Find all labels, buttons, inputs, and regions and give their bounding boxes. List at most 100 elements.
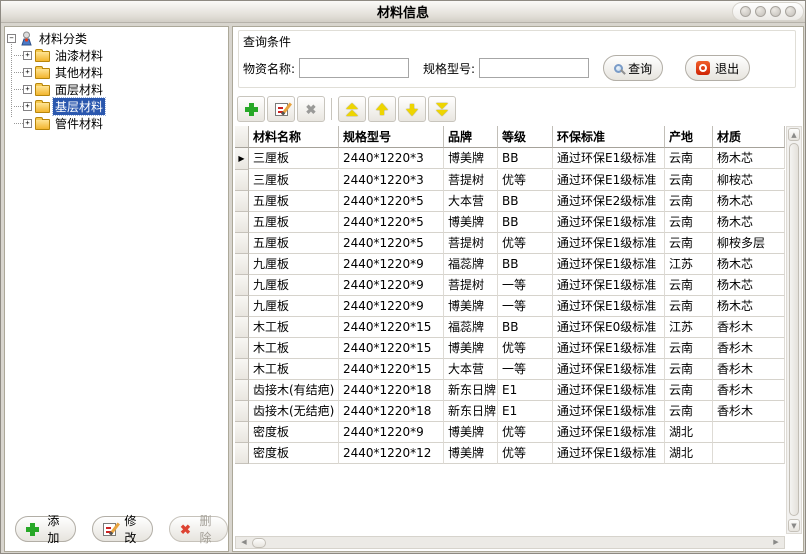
exit-button[interactable]: 退出	[685, 55, 750, 81]
column-header-3[interactable]: 品牌	[444, 126, 498, 148]
cell[interactable]: 2440*1220*18	[339, 380, 444, 401]
cell[interactable]: 通过环保E1级标准	[553, 254, 665, 275]
cell[interactable]: 2440*1220*9	[339, 296, 444, 317]
row-selector[interactable]	[235, 443, 249, 464]
cell[interactable]: 杨木芯	[713, 296, 785, 317]
cell[interactable]: 九厘板	[249, 296, 339, 317]
cell[interactable]: BB	[498, 212, 553, 233]
window-control-button[interactable]	[785, 6, 796, 17]
cell[interactable]: 菩提树	[444, 233, 498, 254]
scroll-right-arrow-icon[interactable]: ▶	[769, 537, 783, 548]
column-header-1[interactable]: 材料名称	[249, 126, 339, 148]
scroll-up-arrow-icon[interactable]: ▲	[788, 128, 800, 141]
move-up-button[interactable]	[368, 96, 396, 122]
expand-icon[interactable]: +	[23, 119, 32, 128]
search-button[interactable]: 查询	[603, 55, 663, 81]
table-row[interactable]: 五厘板2440*1220*5博美牌BB通过环保E1级标准云南杨木芯	[235, 212, 785, 233]
row-selector[interactable]	[235, 359, 249, 380]
cell[interactable]: 通过环保E1级标准	[553, 359, 665, 380]
window-control-button[interactable]	[770, 6, 781, 17]
column-header-7[interactable]: 材质	[713, 126, 785, 148]
cell[interactable]: 云南	[665, 296, 713, 317]
cell[interactable]: BB	[498, 317, 553, 338]
cell[interactable]: 通过环保E1级标准	[553, 275, 665, 296]
cell[interactable]: 通过环保E1级标准	[553, 233, 665, 254]
cell[interactable]: 齿接木(无结疤)	[249, 401, 339, 422]
cell[interactable]: 通过环保E1级标准	[553, 422, 665, 443]
cell[interactable]: 五厘板	[249, 212, 339, 233]
cell[interactable]: 福蕊牌	[444, 254, 498, 275]
cell[interactable]: 柳桉芯	[713, 170, 785, 191]
cell[interactable]: 2440*1220*18	[339, 401, 444, 422]
cell[interactable]: 云南	[665, 148, 713, 169]
cell[interactable]: 香杉木	[713, 401, 785, 422]
cell[interactable]: 杨木芯	[713, 148, 785, 169]
cell[interactable]: 优等	[498, 422, 553, 443]
cell[interactable]: 江苏	[665, 317, 713, 338]
cell[interactable]: 2440*1220*5	[339, 233, 444, 254]
table-row[interactable]: 九厘板2440*1220*9博美牌一等通过环保E1级标准云南杨木芯	[235, 296, 785, 317]
collapse-icon[interactable]: −	[7, 34, 16, 43]
cell[interactable]: 新东日牌	[444, 401, 498, 422]
cell[interactable]: 通过环保E1级标准	[553, 296, 665, 317]
window-control-button[interactable]	[755, 6, 766, 17]
cell[interactable]	[713, 422, 785, 443]
cell[interactable]: 九厘板	[249, 275, 339, 296]
modify-button[interactable]: 修改	[92, 516, 153, 542]
cell[interactable]: 三厘板	[249, 170, 339, 191]
toolbar-add-button[interactable]	[237, 96, 265, 122]
cell[interactable]: 2440*1220*15	[339, 317, 444, 338]
cell[interactable]: 通过环保E2级标准	[553, 191, 665, 212]
table-row[interactable]: 三厘板2440*1220*3菩提树优等通过环保E1级标准云南柳桉芯	[235, 170, 785, 191]
cell[interactable]: 2440*1220*5	[339, 212, 444, 233]
cell[interactable]: 通过环保E1级标准	[553, 401, 665, 422]
cell[interactable]	[713, 443, 785, 464]
expand-icon[interactable]: +	[23, 102, 32, 111]
cell[interactable]: 2440*1220*9	[339, 275, 444, 296]
cell[interactable]: 一等	[498, 275, 553, 296]
cell[interactable]: 九厘板	[249, 254, 339, 275]
cell[interactable]: 大本营	[444, 359, 498, 380]
table-row[interactable]: 五厘板2440*1220*5大本营BB通过环保E2级标准云南杨木芯	[235, 191, 785, 212]
cell[interactable]: 云南	[665, 233, 713, 254]
cell[interactable]: 香杉木	[713, 380, 785, 401]
column-header-2[interactable]: 规格型号	[339, 126, 444, 148]
move-down-button[interactable]	[398, 96, 426, 122]
window-control-button[interactable]	[740, 6, 751, 17]
cell[interactable]: 杨木芯	[713, 254, 785, 275]
cell[interactable]: 三厘板	[249, 148, 339, 169]
expand-icon[interactable]: +	[23, 85, 32, 94]
table-row[interactable]: 木工板2440*1220*15博美牌优等通过环保E1级标准云南香杉木	[235, 338, 785, 359]
column-header-6[interactable]: 产地	[665, 126, 713, 148]
scroll-down-arrow-icon[interactable]: ▼	[788, 519, 800, 532]
cell[interactable]: 五厘板	[249, 191, 339, 212]
cell[interactable]: 云南	[665, 338, 713, 359]
scroll-left-arrow-icon[interactable]: ◀	[237, 537, 251, 548]
cell[interactable]: 博美牌	[444, 422, 498, 443]
cell[interactable]: 木工板	[249, 359, 339, 380]
table-row[interactable]: 密度板2440*1220*12博美牌优等通过环保E1级标准湖北	[235, 443, 785, 464]
cell[interactable]: 云南	[665, 380, 713, 401]
cell[interactable]: BB	[498, 148, 553, 169]
row-selector[interactable]	[235, 422, 249, 443]
cell[interactable]: 杨木芯	[713, 275, 785, 296]
row-selector[interactable]: ▶	[235, 148, 249, 170]
table-row[interactable]: 五厘板2440*1220*5菩提树优等通过环保E1级标准云南柳桉多层	[235, 233, 785, 254]
cell[interactable]: 一等	[498, 359, 553, 380]
row-selector[interactable]	[235, 338, 249, 359]
material-name-input[interactable]	[299, 58, 409, 78]
cell[interactable]: 通过环保E1级标准	[553, 148, 665, 169]
table-row[interactable]: 木工板2440*1220*15福蕊牌BB通过环保E0级标准江苏香杉木	[235, 317, 785, 338]
cell[interactable]: 博美牌	[444, 443, 498, 464]
delete-button[interactable]: ✖ 删除	[169, 516, 228, 542]
add-button[interactable]: 添加	[15, 516, 76, 542]
row-selector[interactable]	[235, 275, 249, 296]
cell[interactable]: 新东日牌	[444, 380, 498, 401]
tree-root-label[interactable]: 材料分类	[37, 30, 89, 47]
toolbar-edit-button[interactable]	[267, 96, 295, 122]
cell[interactable]: 通过环保E0级标准	[553, 317, 665, 338]
row-selector[interactable]	[235, 191, 249, 212]
cell[interactable]: 2440*1220*15	[339, 338, 444, 359]
cell[interactable]: E1	[498, 380, 553, 401]
cell[interactable]: 优等	[498, 170, 553, 191]
